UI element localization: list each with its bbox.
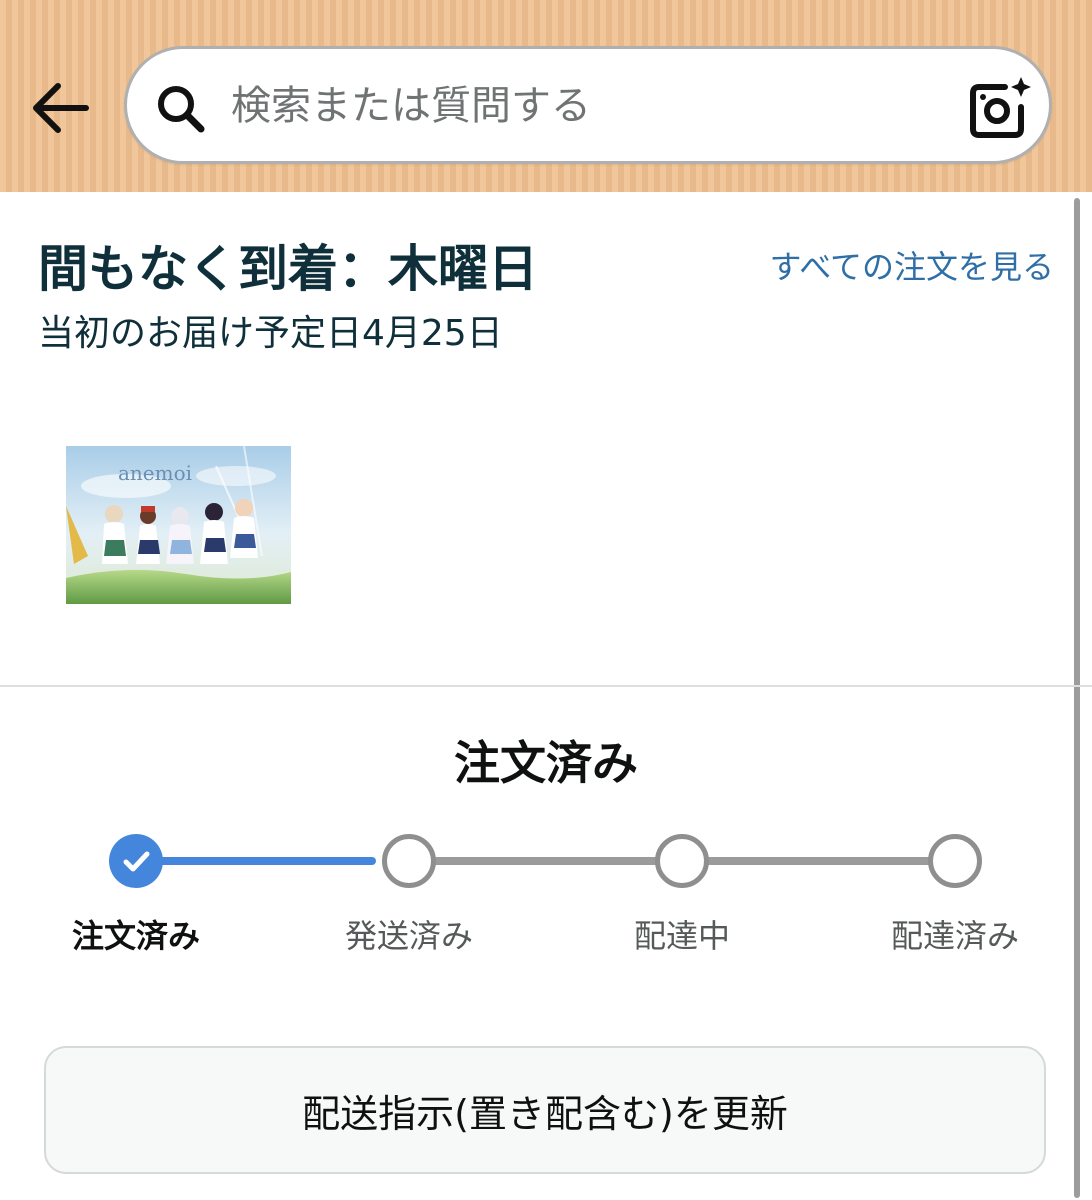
arrival-status-title: 間もなく到着：木曜日: [38, 240, 538, 298]
top-nav-bar: [0, 0, 1092, 192]
checkmark-icon: [123, 851, 150, 872]
camera-search-button[interactable]: [967, 75, 1033, 141]
section-divider: [0, 685, 1092, 687]
back-button[interactable]: [28, 78, 92, 138]
step-shipped-label: 発送済み: [344, 917, 473, 955]
update-delivery-instructions-button[interactable]: 配送指示(置き配含む)を更新: [44, 1046, 1046, 1174]
progress-bar-completed: [136, 857, 376, 865]
step-ordered-node: [109, 834, 163, 888]
original-delivery-date: 当初のお届け予定日4月25日: [38, 313, 503, 354]
search-input[interactable]: [231, 73, 931, 139]
product-thumbnail[interactable]: anemoi: [66, 445, 291, 604]
order-status-heading: 注文済み: [454, 736, 638, 790]
scrollbar[interactable]: [1074, 198, 1080, 1198]
search-bar[interactable]: [124, 46, 1052, 164]
search-icon: [158, 86, 205, 133]
step-out-for-delivery-label: 配達中: [633, 917, 730, 955]
product-image: anemoi: [66, 445, 291, 604]
product-logo-text: anemoi: [118, 461, 192, 485]
camera-sparkle-icon: [970, 77, 1031, 138]
step-ordered-label: 注文済み: [71, 917, 200, 955]
step-out-for-delivery-node: [655, 834, 709, 888]
step-delivered-node: [928, 834, 982, 888]
back-arrow-icon: [33, 83, 89, 133]
step-delivered-label: 配達済み: [890, 917, 1019, 955]
view-all-orders-link[interactable]: すべての注文を見る: [752, 242, 1054, 292]
step-shipped-node: [382, 834, 436, 888]
